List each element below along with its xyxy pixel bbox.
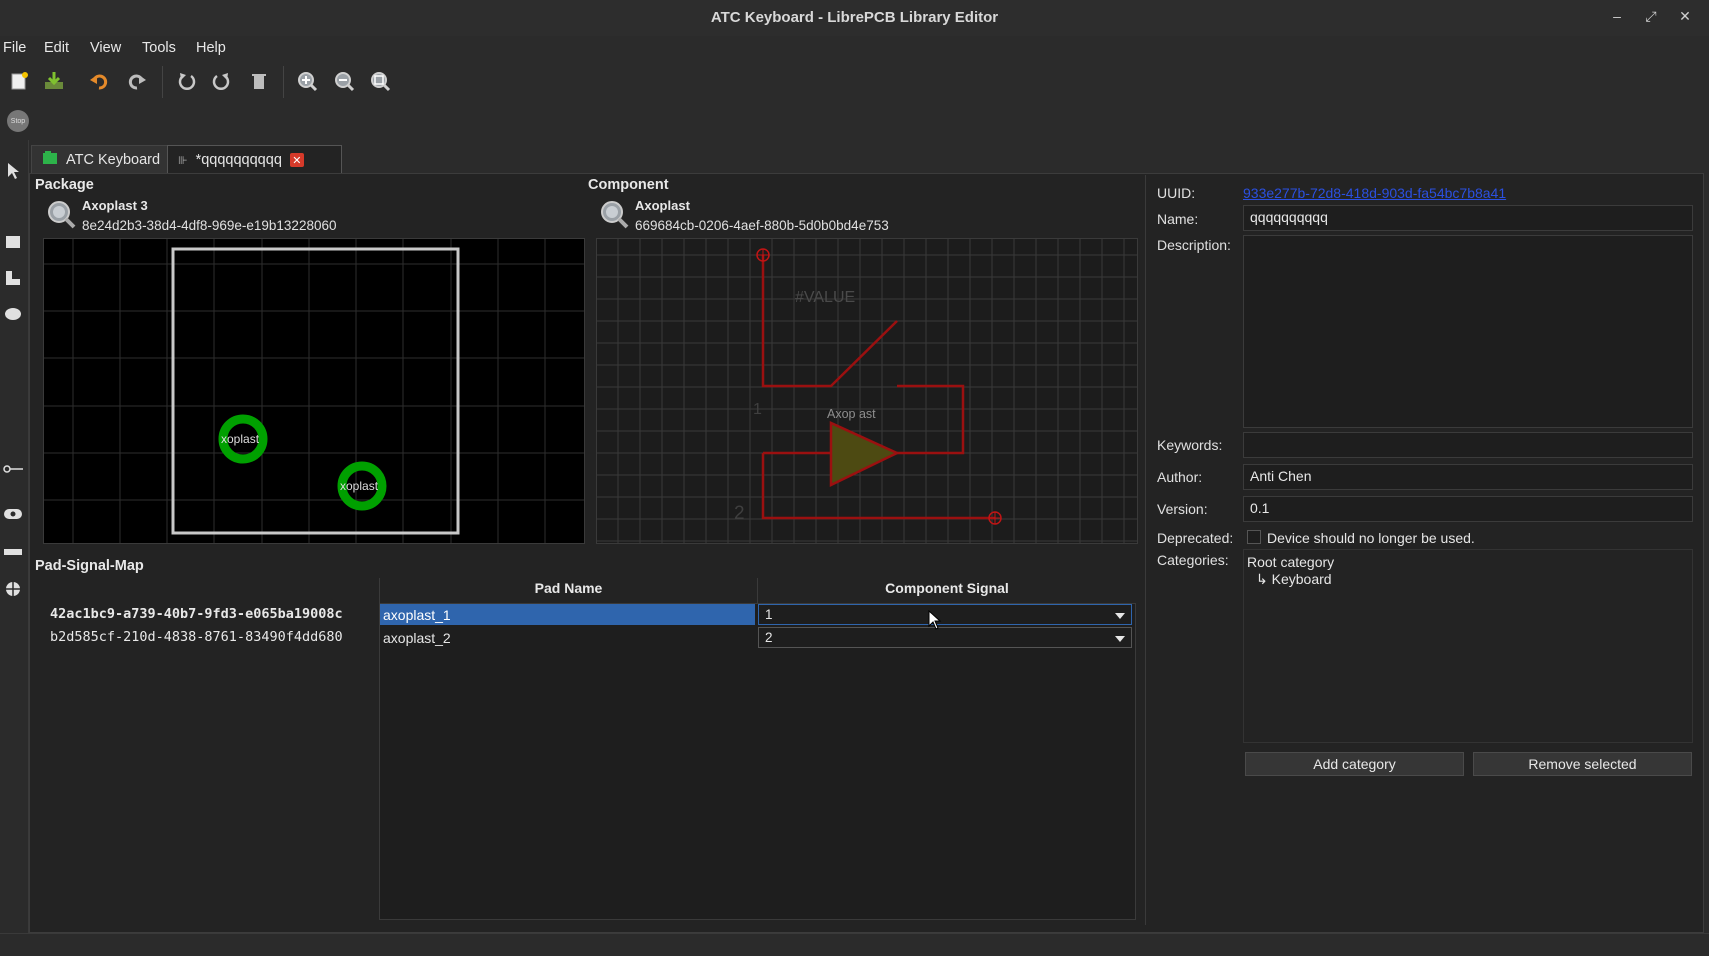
- window-title: ATC Keyboard - LibrePCB Library Editor: [710, 9, 999, 26]
- package-uuid: 8e24d2b3-38d4-4df8-969e-e19b13228060: [82, 218, 337, 233]
- author-label: Author:: [1157, 469, 1203, 485]
- deprecated-text: Device should no longer be used.: [1267, 530, 1475, 546]
- chevron-down-icon: [1115, 607, 1125, 622]
- categories-label: Categories:: [1157, 552, 1229, 568]
- hole-tool-icon[interactable]: [2, 578, 24, 600]
- tab-device-editor[interactable]: ⊪ *qqqqqqqqqq ✕: [167, 145, 342, 174]
- menu-view[interactable]: View: [90, 40, 121, 56]
- row-header-pad-uuid[interactable]: b2d585cf-210d-4838-8761-83490f4dd680: [50, 629, 378, 645]
- close-window-button[interactable]: ✕: [1674, 8, 1696, 25]
- zoom-out-icon[interactable]: [331, 68, 357, 94]
- menu-file[interactable]: File: [3, 40, 26, 56]
- name-label: Name:: [1157, 211, 1199, 227]
- minimize-button[interactable]: –: [1606, 8, 1628, 24]
- signal-combobox[interactable]: 2: [758, 627, 1132, 648]
- pad-1-label: xoplast: [221, 432, 260, 446]
- signal-value: 2: [765, 630, 773, 645]
- column-header-component-signal[interactable]: Component Signal: [758, 580, 1136, 596]
- menu-bar: [0, 36, 1709, 62]
- package-name: Axoplast 3: [82, 198, 148, 213]
- menu-edit[interactable]: Edit: [44, 40, 69, 56]
- panel-divider: [1145, 175, 1146, 925]
- circle-tool-icon[interactable]: [2, 303, 24, 325]
- select-tool-icon[interactable]: [2, 160, 24, 182]
- description-label: Description:: [1157, 237, 1231, 253]
- add-category-button[interactable]: Add category: [1245, 752, 1464, 776]
- signal-value: 1: [765, 607, 773, 622]
- pin-number-1: 1: [753, 401, 762, 418]
- redo-icon[interactable]: [124, 68, 150, 94]
- remove-selected-button[interactable]: Remove selected: [1473, 752, 1692, 776]
- category-item[interactable]: ↳ Keyboard: [1256, 571, 1332, 588]
- symbol-name-text: Axop ast: [827, 407, 876, 421]
- keywords-field[interactable]: [1243, 432, 1693, 458]
- pad-tool-icon[interactable]: [2, 503, 24, 525]
- polygon-tool-icon[interactable]: [2, 267, 24, 289]
- row-header-pad-uuid[interactable]: 42ac1bc9-a739-40b7-9fd3-e065ba19008c: [50, 606, 378, 622]
- chevron-down-icon: [1115, 630, 1125, 645]
- maximize-button[interactable]: ⤢: [1640, 8, 1662, 25]
- stop-icon[interactable]: Stop: [7, 110, 29, 132]
- deprecated-label: Deprecated:: [1157, 530, 1234, 546]
- package-section-title: Package: [35, 177, 94, 193]
- undo-icon[interactable]: [86, 68, 112, 94]
- component-name: Axoplast: [635, 198, 690, 213]
- uuid-link[interactable]: 933e277b-72d8-418d-903d-fa54bc7b8a41: [1243, 185, 1506, 201]
- category-item[interactable]: Root category: [1247, 554, 1334, 570]
- name-field[interactable]: qqqqqqqqqq: [1243, 205, 1693, 231]
- menu-tools[interactable]: Tools: [142, 40, 176, 56]
- pin-number-2: 2: [734, 503, 745, 524]
- component-uuid: 669684cb-0206-4aef-880b-5d0b0bd4e753: [635, 218, 889, 233]
- table-cell-pad-name[interactable]: axoplast_2: [380, 627, 755, 648]
- deprecated-checkbox[interactable]: [1247, 530, 1261, 544]
- delete-icon[interactable]: [246, 68, 272, 94]
- symbol-triangle: [829, 421, 900, 487]
- package-preview[interactable]: xoplast xoplast: [43, 238, 585, 544]
- categories-list[interactable]: Root category ↳ Keyboard: [1243, 549, 1693, 743]
- version-label: Version:: [1157, 501, 1208, 517]
- menu-help[interactable]: Help: [196, 40, 226, 56]
- close-tab-icon[interactable]: ✕: [289, 153, 304, 167]
- rectangle-tool-icon[interactable]: [2, 230, 24, 252]
- tab-label: ATC Keyboard: [66, 152, 161, 168]
- grid: [597, 239, 1137, 543]
- author-field[interactable]: Anti Chen: [1243, 464, 1693, 490]
- rotate-cw-icon[interactable]: [208, 68, 234, 94]
- choose-package-icon[interactable]: [45, 199, 77, 234]
- grid: [44, 239, 584, 543]
- mouse-cursor-icon: [928, 609, 942, 633]
- signal-combobox[interactable]: 1: [758, 604, 1132, 625]
- tool-strip: [0, 140, 29, 935]
- toolbar-separator: [162, 66, 163, 98]
- component-section-title: Component: [588, 177, 669, 193]
- rotate-ccw-icon[interactable]: [174, 68, 200, 94]
- pad-2-label: xoplast: [340, 479, 379, 493]
- description-field[interactable]: [1243, 235, 1693, 428]
- status-bar: [0, 933, 1709, 956]
- device-icon: ⊪: [178, 154, 188, 167]
- version-field[interactable]: 0.1: [1243, 496, 1693, 522]
- tab-atc-keyboard[interactable]: ATC Keyboard: [31, 145, 188, 175]
- toolbar-separator: [283, 66, 284, 98]
- component-preview[interactable]: #VALUE Axop ast 1 2: [596, 238, 1138, 544]
- choose-component-icon[interactable]: [598, 199, 630, 234]
- column-header-pad-name[interactable]: Pad Name: [380, 580, 757, 596]
- uuid-label: UUID:: [1157, 185, 1196, 201]
- zoom-fit-icon[interactable]: [367, 68, 393, 94]
- table-cell-pad-name[interactable]: axoplast_1: [380, 604, 755, 625]
- new-icon[interactable]: [6, 68, 32, 94]
- library-icon: [42, 151, 58, 169]
- symbol-value-text: #VALUE: [795, 289, 856, 306]
- tab-label: *qqqqqqqqqq: [195, 152, 282, 168]
- zoom-in-icon[interactable]: [294, 68, 320, 94]
- pin-tool-icon[interactable]: [2, 458, 24, 480]
- smd-pad-tool-icon[interactable]: [2, 541, 24, 563]
- save-icon[interactable]: [41, 68, 67, 94]
- package-outline: [171, 247, 460, 535]
- pad-signal-map-title: Pad-Signal-Map: [35, 558, 144, 574]
- keywords-label: Keywords:: [1157, 437, 1223, 453]
